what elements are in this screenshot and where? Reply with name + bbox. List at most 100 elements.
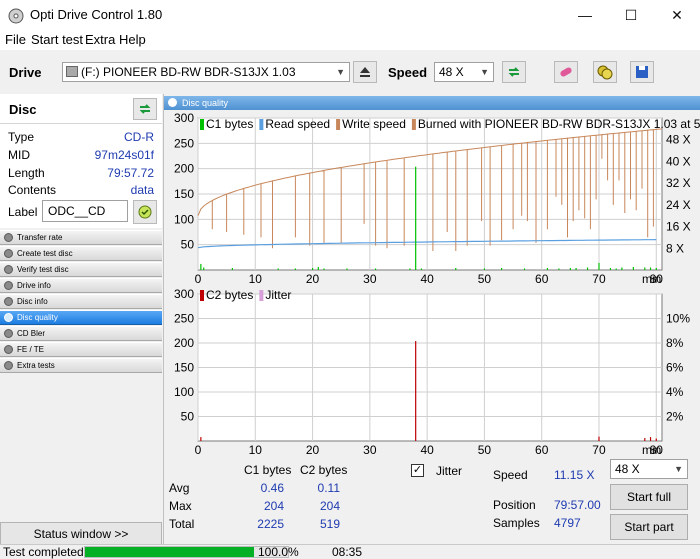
window-title: Opti Drive Control 1.80: [30, 7, 163, 22]
elapsed-time: 08:35: [332, 545, 363, 559]
c1-chart: 50100150200250300 8 X16 X24 X32 X40 X48 …: [174, 112, 700, 286]
x-tick-label: 60: [535, 443, 549, 456]
c2-chart: 50 100 150 200 250 300 2% 4% 6% 8% 10% 0 10 20 30 40 5…: [174, 287, 690, 456]
status-window-button[interactable]: Status window >>: [0, 522, 162, 546]
drive-select[interactable]: (F:) PIONEER BD-RW BDR-S13JX 1.03 ▼: [62, 62, 350, 82]
y2-tick-label: 8 X: [666, 241, 684, 255]
nav-verify-test-disc[interactable]: Verify test disc: [0, 262, 162, 277]
nav-label: Drive info: [17, 281, 51, 290]
disc-contents-label: Contents: [8, 183, 57, 197]
disc-type-label: Type: [8, 130, 35, 144]
menu-start-test[interactable]: Start test: [31, 32, 83, 47]
disc-icon: [4, 249, 13, 258]
disc-refresh-button[interactable]: [133, 98, 157, 120]
save-icon: [636, 66, 648, 78]
copy-button[interactable]: [593, 61, 617, 83]
disc-mid-label: MID: [8, 148, 30, 162]
test-speed-select[interactable]: 48 X ▼: [610, 459, 688, 479]
disc-mid-row: MID 97m24s01f: [8, 148, 158, 165]
legend-swatch: [200, 290, 204, 301]
speed-label: Speed: [388, 65, 428, 80]
stats-max-label: Max: [169, 499, 192, 513]
eject-button[interactable]: [353, 61, 377, 83]
c2-legend: C2 bytes Jitter: [200, 288, 291, 302]
disc-icon: [4, 233, 13, 242]
nav-drive-info[interactable]: Drive info: [0, 278, 162, 293]
nav-label: Extra tests: [17, 361, 55, 370]
position-value: 79:57.00: [554, 498, 601, 512]
jitter-label: Jitter: [436, 464, 463, 478]
disc-icon: [4, 329, 13, 338]
c1-legend: C1 bytes Read speed Write speed Burned with…: [200, 117, 700, 131]
nav-cd-bler[interactable]: CD Bler: [0, 326, 162, 341]
y2-tick-label: 2%: [666, 410, 684, 424]
chevron-down-icon: ▼: [674, 464, 683, 474]
disc-quality-panel: Disc quality 50 100 150 200 250 300 8 X 16 X 24…: [163, 94, 700, 544]
menu-help[interactable]: Help: [119, 32, 146, 47]
y-tick-label: 150: [174, 361, 194, 375]
menu-file[interactable]: File: [5, 32, 26, 47]
nav-label: Transfer rate: [17, 233, 63, 242]
x-tick-label: 40: [420, 272, 434, 286]
nav-disc-info[interactable]: Disc info: [0, 294, 162, 309]
chevron-down-icon: ▼: [336, 67, 345, 77]
legend-swatch: [259, 119, 264, 130]
nav-label: Disc info: [17, 297, 48, 306]
chevron-down-icon: ▼: [480, 67, 489, 77]
x-unit-label: min: [642, 443, 661, 456]
close-button[interactable]: ✕: [654, 0, 700, 30]
disc-icon: [168, 98, 177, 107]
legend-swatch: [259, 290, 264, 301]
disc-length-value: 79:57.72: [107, 166, 154, 180]
x-tick-label: 40: [420, 443, 434, 456]
start-part-button[interactable]: Start part: [610, 514, 688, 540]
stats-c1-header: C1 bytes: [244, 463, 292, 477]
nav-extra-tests[interactable]: Extra tests: [0, 358, 162, 373]
eraser-icon: [560, 67, 572, 77]
nav-transfer-rate[interactable]: Transfer rate: [0, 230, 162, 245]
legend-label: Burned with PIONEER BD-RW BDR-S13JX 1.03…: [418, 117, 700, 131]
nav-disc-quality[interactable]: Disc quality: [0, 310, 162, 325]
refresh-icon: [508, 67, 520, 77]
y2-tick-label: 6%: [666, 361, 684, 375]
disc-icon: [4, 265, 13, 274]
y2-tick-label: 40 X: [666, 154, 691, 168]
refresh-speed-button[interactable]: [502, 61, 526, 83]
nav-create-test-disc[interactable]: Create test disc: [0, 246, 162, 261]
title-bar: Opti Drive Control 1.80 — ☐ ✕: [0, 0, 700, 30]
y2-tick-label: 16 X: [666, 220, 691, 234]
disc-label-apply-button[interactable]: [133, 200, 157, 224]
disc-type-value: CD-R: [124, 130, 154, 144]
stats-avg-c2: 0.11: [317, 481, 340, 495]
y2-tick-label: 4%: [666, 385, 684, 399]
save-button[interactable]: [630, 61, 654, 83]
legend-swatch: [411, 119, 416, 130]
app-icon: [8, 8, 24, 24]
nav-fe-te[interactable]: FE / TE: [0, 342, 162, 357]
start-full-button[interactable]: Start full: [610, 484, 688, 510]
erase-button[interactable]: [554, 61, 578, 83]
drive-label: Drive: [9, 65, 42, 80]
y-tick-label: 50: [181, 410, 195, 424]
c1-y2-axis: 8 X 16 X 24 X 32 X 40 X 48 X: [666, 133, 691, 256]
stats-max-c2: 204: [319, 499, 340, 513]
test-nav-list: Transfer rate Create test disc Verify te…: [0, 230, 162, 374]
disc-label-input[interactable]: ODC__CD: [42, 200, 128, 222]
c2-y-axis: 50 100 150 200 250 300: [174, 287, 194, 424]
nav-label: Create test disc: [17, 249, 73, 258]
stats-c2-header: C2 bytes: [300, 463, 348, 477]
speed-result-value: 11.15 X: [554, 468, 595, 482]
menu-extra[interactable]: Extra: [85, 32, 115, 47]
stats-avg-label: Avg: [169, 481, 190, 495]
minimize-button[interactable]: —: [562, 0, 608, 30]
jitter-checkbox[interactable]: ✓: [411, 464, 424, 477]
x-tick-label: 70: [592, 272, 606, 286]
speed-select[interactable]: 48 X ▼: [434, 62, 494, 82]
disc-mid-value: 97m24s01f: [94, 148, 154, 162]
refresh-icon: [139, 104, 151, 114]
maximize-button[interactable]: ☐: [608, 0, 654, 30]
legend-label: Read speed: [265, 117, 330, 131]
x-unit-label: min: [642, 272, 661, 286]
y-tick-label: 300: [174, 112, 194, 125]
stats-max-c1: 204: [263, 499, 284, 513]
